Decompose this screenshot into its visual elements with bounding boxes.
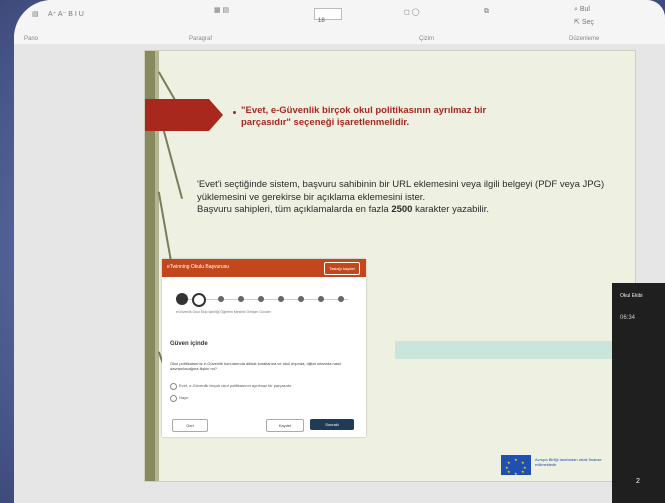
select-label: Seç xyxy=(581,19,594,26)
slide-headline: "Evet, e-Güvenlik birçok okul politikası… xyxy=(241,105,487,128)
radio-yes[interactable] xyxy=(170,383,177,390)
slide-paragraph-1: 'Evet'i seçtiğinde sistem, başvuru sahib… xyxy=(197,179,605,203)
step-labels: eGüvenlik Okul Ekip İşbirliği Öğretim Me… xyxy=(176,310,271,314)
step-first xyxy=(176,293,188,305)
form-header: eTwinning Okulu Başvurusu Taslağı kaydet xyxy=(162,259,366,277)
find-button[interactable]: ⌕ Bul xyxy=(574,6,590,14)
form-question: Okul politikalarınız e-Güvenlik konuları… xyxy=(170,361,341,371)
step[interactable] xyxy=(298,296,304,302)
group-paragraph: Paragraf xyxy=(189,36,213,42)
step[interactable] xyxy=(238,296,244,302)
radio-no[interactable] xyxy=(170,395,177,402)
back-button[interactable]: Geri xyxy=(172,419,208,432)
select-button[interactable]: ⇱ Seç xyxy=(574,18,594,26)
eu-funding-text: Avrupa Birliği tarafından ortak finanse … xyxy=(535,457,602,467)
step[interactable] xyxy=(338,296,344,302)
slide-body-text: 'Evet'i seçtiğinde sistem, başvuru sahib… xyxy=(197,179,617,217)
find-label: Bul xyxy=(579,6,590,13)
embedded-form-screenshot: eTwinning Okulu Başvurusu Taslağı kaydet… xyxy=(162,259,366,437)
font-tools[interactable]: A⁺ A⁻ B I U xyxy=(48,10,84,18)
teal-band xyxy=(395,341,635,359)
paragraph-2-suffix: karakter yazabilir. xyxy=(415,204,490,215)
font-size-value: 18 xyxy=(318,18,325,24)
presentation-window: ▤ A⁺ A⁻ B I U 18 ▦ ▤ ◻ ◯ ⧉ ⌕ Bul ⇱ Seç P… xyxy=(14,0,665,503)
radio-yes-label: Evet, e-Güvenlik birçok okul politikasın… xyxy=(179,383,292,388)
red-arrow-shape xyxy=(145,99,223,131)
participant-count: 2 xyxy=(636,478,640,485)
slide-paragraph-2: Başvuru sahipleri, tüm açıklamalarda en … xyxy=(197,204,617,217)
video-call-overlay[interactable]: Okul Ekibi 06:34 2 xyxy=(612,283,665,503)
font-size-box[interactable]: 18 xyxy=(314,8,342,24)
next-button[interactable]: Sonraki xyxy=(310,419,354,430)
paste-icon[interactable]: ▤ xyxy=(32,10,39,18)
group-drawing: Çizim xyxy=(419,36,434,42)
step[interactable] xyxy=(318,296,324,302)
step[interactable] xyxy=(278,296,284,302)
paragraph-2-prefix: Başvuru sahipleri, tüm açıklamalarda en … xyxy=(197,204,389,215)
character-limit: 2500 xyxy=(391,204,413,215)
slide[interactable]: "Evet, e-Güvenlik birçok okul politikası… xyxy=(144,50,636,482)
step[interactable] xyxy=(258,296,264,302)
group-editing: Düzenleme xyxy=(569,36,600,42)
editor-canvas: "Evet, e-Güvenlik birçok okul politikası… xyxy=(14,44,665,503)
arrange-icon[interactable]: ⧉ xyxy=(484,8,489,16)
form-title: eTwinning Okulu Başvurusu xyxy=(167,264,229,270)
shapes-icon[interactable]: ◻ ◯ xyxy=(404,8,420,16)
bullet-dot xyxy=(233,111,236,114)
eu-flag-icon: ★ ★ ★ ★ ★ ★ ★ ★ xyxy=(501,455,531,476)
step-active[interactable] xyxy=(192,293,206,307)
step[interactable] xyxy=(218,296,224,302)
participant-name: Okul Ekibi xyxy=(620,293,643,299)
radio-no-label: Hayır xyxy=(179,395,189,400)
call-timer: 06:34 xyxy=(620,315,636,321)
save-button[interactable]: Kaydet xyxy=(266,419,304,432)
eu-funding-badge: ★ ★ ★ ★ ★ ★ ★ ★ Avrupa Birliği tarafında… xyxy=(501,453,621,477)
save-draft-button[interactable]: Taslağı kaydet xyxy=(324,262,360,275)
form-section-title: Güven içinde xyxy=(170,341,208,347)
ribbon-toolbar: ▤ A⁺ A⁻ B I U 18 ▦ ▤ ◻ ◯ ⧉ ⌕ Bul ⇱ Seç P… xyxy=(14,0,665,45)
group-clipboard: Pano xyxy=(24,36,39,42)
layout-icon[interactable]: ▦ ▤ xyxy=(214,6,229,14)
